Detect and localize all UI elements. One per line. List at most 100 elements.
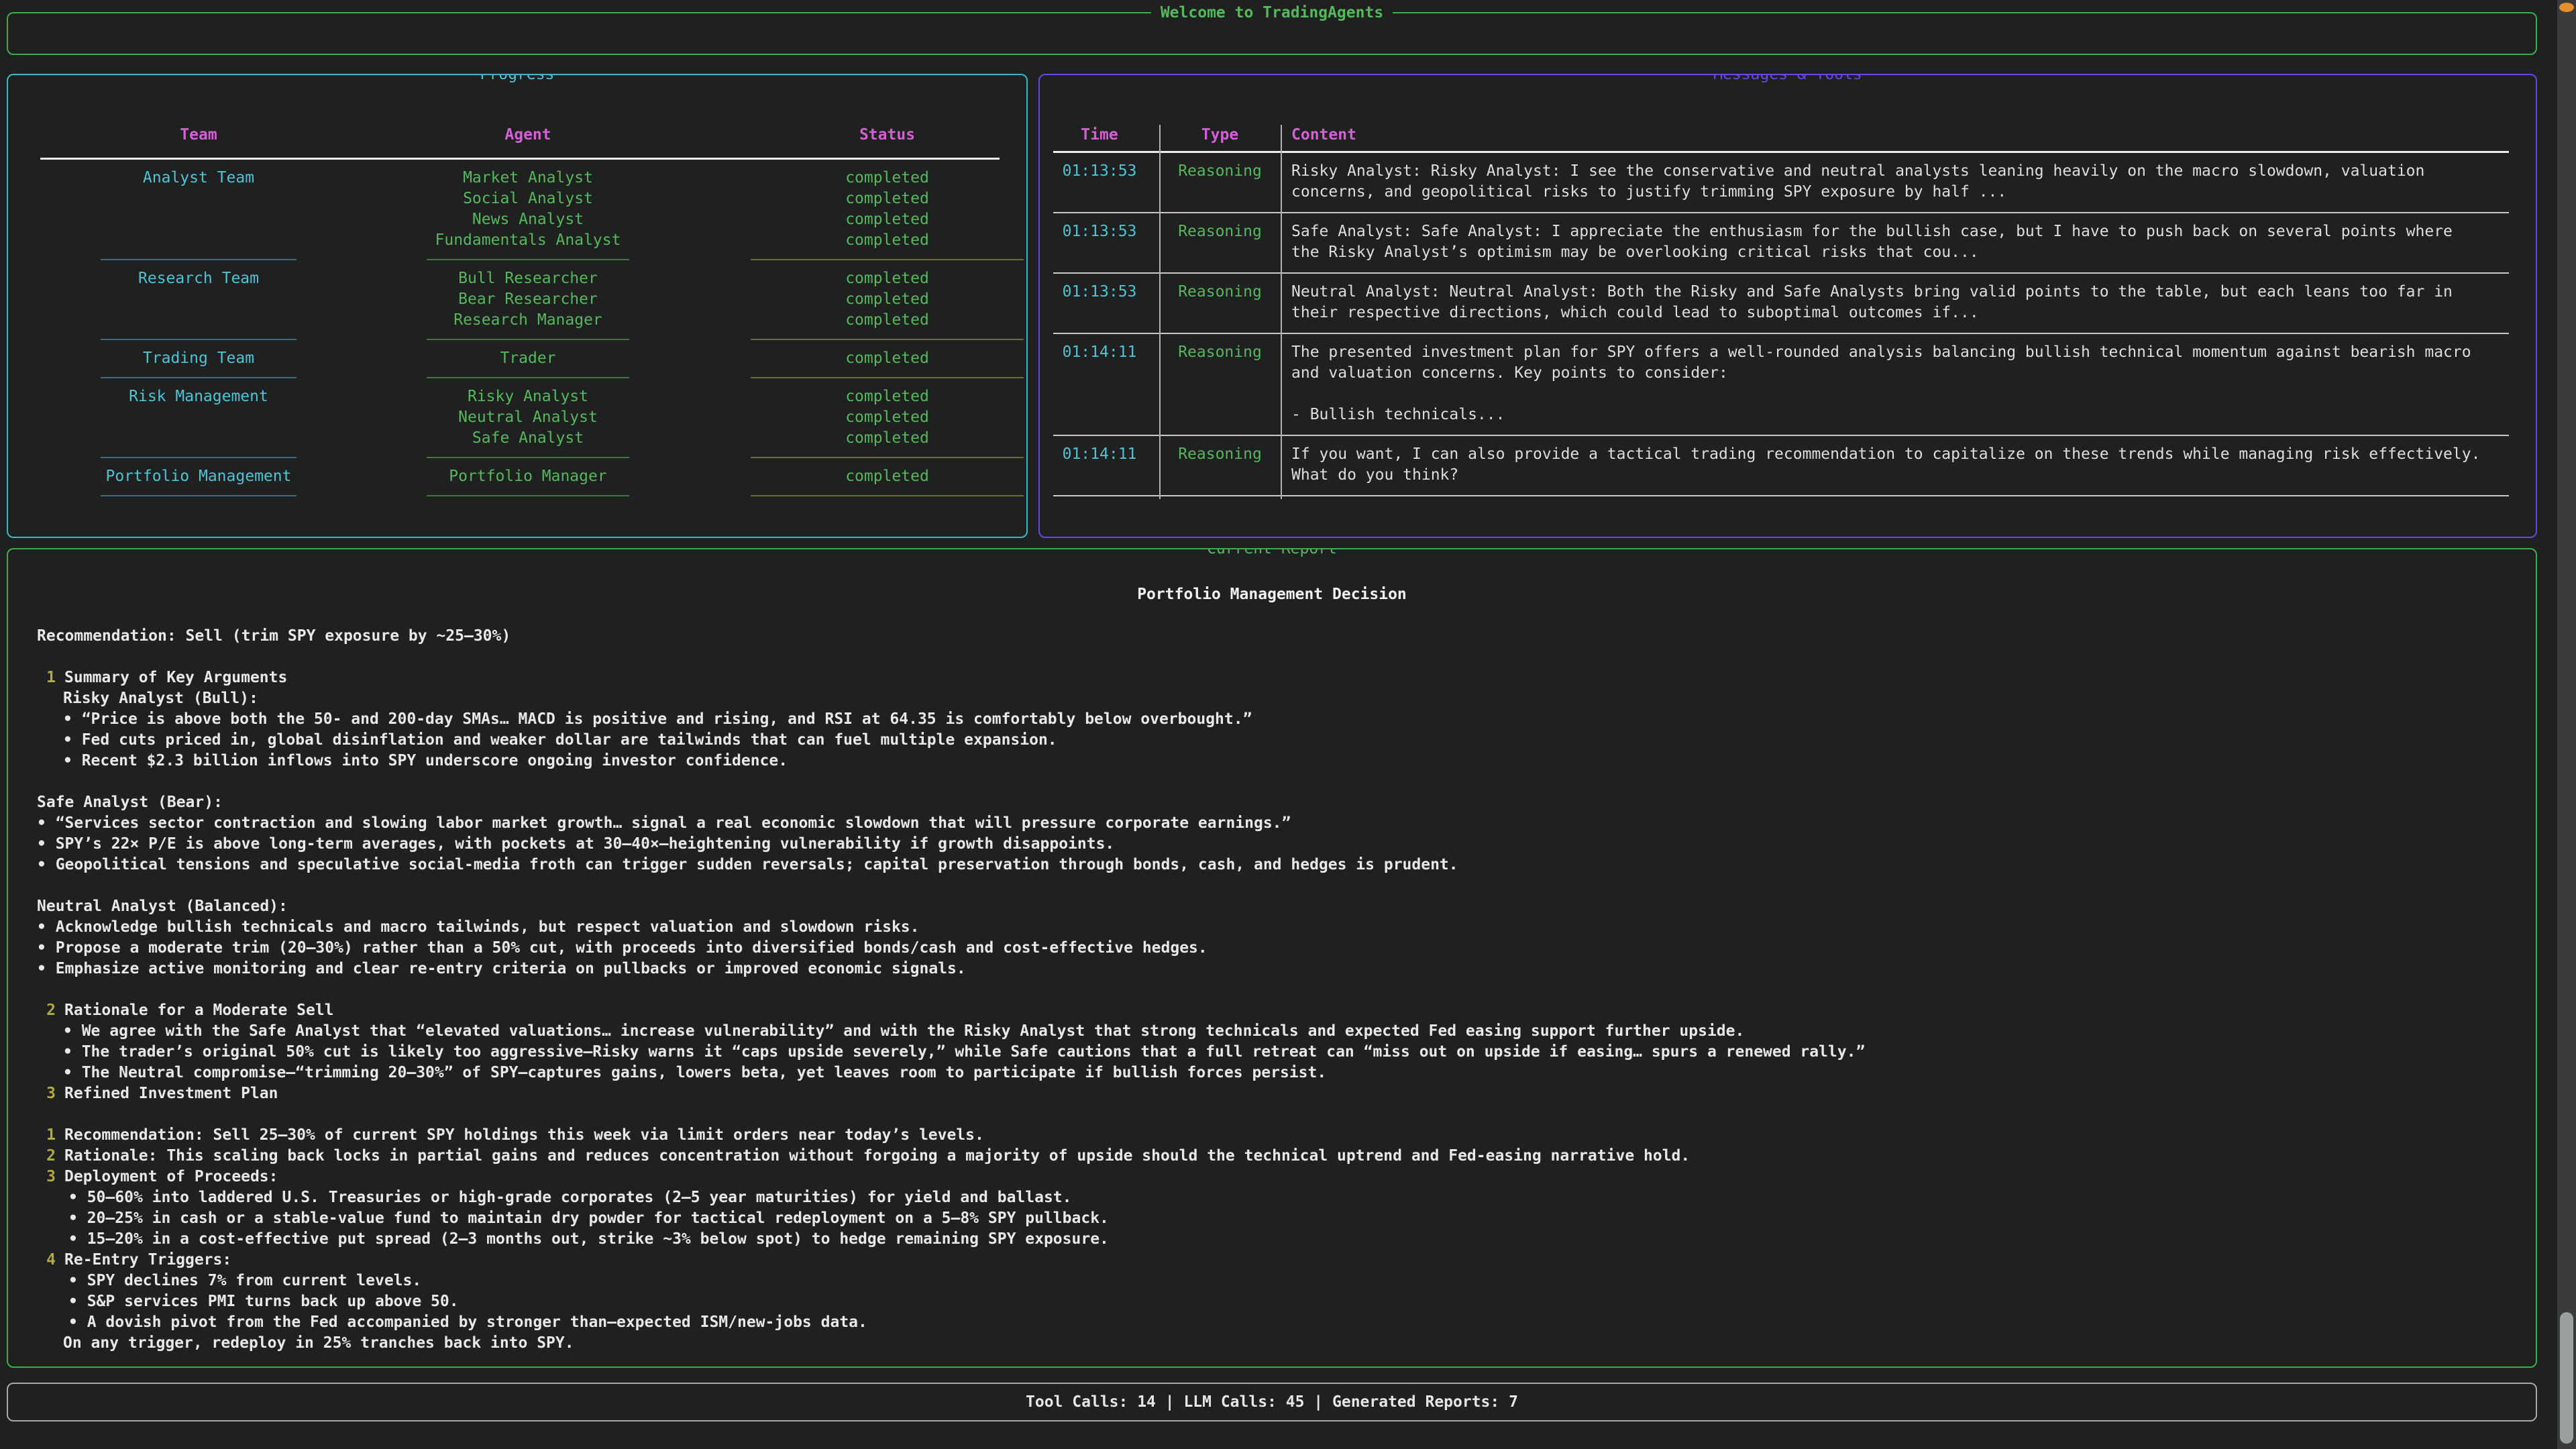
report-line: On any trigger, redeploy in 25% tranches… — [8, 1333, 2536, 1354]
team-name: Trading Team — [98, 348, 299, 369]
report-line — [8, 979, 2536, 1000]
scrollbar-thumb[interactable] — [2560, 1312, 2573, 1444]
report-line-text: Propose a moderate trim (20–30%) rather … — [37, 939, 1208, 957]
agent-name: News Analyst — [424, 209, 632, 230]
message-content: If you want, I can also provide a tactic… — [1281, 444, 2536, 486]
agent-name: Research Manager — [424, 310, 632, 331]
message-type: Reasoning — [1159, 161, 1281, 203]
message-time: 01:13:53 — [1040, 161, 1159, 203]
report-line: Propose a moderate trim (20–30%) rather … — [8, 938, 2536, 959]
message-type: Reasoning — [1159, 282, 1281, 323]
agent-name: Market Analyst — [424, 168, 632, 189]
message-content-lines: The presented investment plan for SPY of… — [1291, 342, 2536, 425]
message-row: 01:13:53 Reasoning Safe Analyst: Safe An… — [1040, 213, 2536, 274]
report-line-text: The trader’s original 50% cut is likely … — [63, 1043, 1865, 1061]
agent-name: Trader — [424, 348, 632, 369]
status-list: completedcompletedcompleted — [748, 386, 1026, 449]
agent-name: Safe Analyst — [424, 428, 632, 449]
report-line-text: SPY’s 22× P/E is above long-term average… — [37, 835, 1114, 853]
list-number: 1 — [37, 667, 56, 688]
message-content: The presented investment plan for SPY of… — [1281, 342, 2536, 425]
report-line: We agree with the Safe Analyst that “ele… — [8, 1021, 2536, 1042]
agent-name: Neutral Analyst — [424, 407, 632, 428]
status-value: completed — [748, 189, 1026, 209]
column-header-type: Type — [1159, 125, 1281, 146]
report-body: Portfolio Management Decision Recommenda… — [8, 549, 2536, 1354]
report-line-text: On any trigger, redeploy in 25% tranches… — [63, 1334, 574, 1352]
report-line: 20–25% in cash or a stable-value fund to… — [8, 1208, 2536, 1229]
report-line-text: We agree with the Safe Analyst that “ele… — [63, 1022, 1744, 1040]
report-line-text: Neutral Analyst (Balanced): — [37, 898, 288, 915]
status-value: completed — [748, 209, 1026, 230]
report-recommendation: Recommendation: Sell (trim SPY exposure … — [8, 626, 2536, 647]
status-list: completed — [748, 348, 1026, 369]
report-line-text: Geopolitical tensions and speculative so… — [37, 856, 1458, 873]
message-content-line: The presented investment plan for SPY of… — [1291, 342, 2480, 384]
report-line-text: “Price is above both the 50- and 200-day… — [63, 710, 1252, 728]
progress-group: Research Team Bull ResearcherBear Resear… — [8, 268, 1026, 340]
group-separator — [8, 495, 1026, 496]
team-name: Portfolio Management — [98, 466, 299, 487]
message-time: 01:13:53 — [1040, 282, 1159, 323]
message-content: Neutral Analyst: Neutral Analyst: Both t… — [1281, 282, 2536, 323]
status-list: completed — [748, 466, 1026, 487]
report-line-text: Risky Analyst (Bull): — [63, 690, 258, 707]
report-line-text: 50–60% into laddered U.S. Treasuries or … — [68, 1189, 1072, 1206]
message-rows: 01:13:53 Reasoning Risky Analyst: Risky … — [1040, 153, 2536, 496]
message-content-lines: If you want, I can also provide a tactic… — [1291, 444, 2536, 486]
column-header-agent: Agent — [424, 125, 632, 146]
message-content-lines: Neutral Analyst: Neutral Analyst: Both t… — [1291, 282, 2536, 323]
footer-stats: Tool Calls: 14 | LLM Calls: 45 | Generat… — [8, 1384, 2536, 1420]
team-name: Research Team — [98, 268, 299, 331]
status-value: completed — [748, 428, 1026, 449]
list-number: 3 — [37, 1083, 56, 1104]
progress-group: Portfolio Management Portfolio Manager c… — [8, 466, 1026, 496]
report-line: Emphasize active monitoring and clear re… — [8, 959, 2536, 979]
status-value: completed — [748, 407, 1026, 428]
status-list: completedcompletedcompletedcompleted — [748, 168, 1026, 251]
group-separator — [8, 339, 1026, 340]
report-line-text: S&P services PMI turns back up above 50. — [68, 1293, 459, 1310]
report-line: 3Deployment of Proceeds: — [8, 1167, 2536, 1187]
agent-list: Portfolio Manager — [424, 466, 632, 487]
message-content-line: Neutral Analyst: Neutral Analyst: Both t… — [1291, 282, 2480, 323]
message-content-line — [1291, 384, 2480, 405]
report-line: S&P services PMI turns back up above 50. — [8, 1291, 2536, 1312]
column-header-team: Team — [98, 125, 299, 146]
status-value: completed — [748, 348, 1026, 369]
progress-group: Analyst Team Market AnalystSocial Analys… — [8, 168, 1026, 260]
agent-list: Trader — [424, 348, 632, 369]
status-value: completed — [748, 289, 1026, 310]
report-line: Acknowledge bullish technicals and macro… — [8, 917, 2536, 938]
welcome-title: Welcome to TradingAgents — [1151, 3, 1393, 23]
report-line: 2Rationale for a Moderate Sell — [8, 1000, 2536, 1021]
report-line: SPY’s 22× P/E is above long-term average… — [8, 834, 2536, 855]
report-line-text: Fed cuts priced in, global disinflation … — [63, 731, 1057, 749]
report-line-text: The Neutral compromise—“trimming 20–30%”… — [63, 1064, 1326, 1081]
progress-panel-title: Progress — [471, 74, 564, 85]
report-line: 3Refined Investment Plan — [8, 1083, 2536, 1104]
team-name: Analyst Team — [98, 168, 299, 251]
report-line: 15–20% in a cost-effective put spread (2… — [8, 1229, 2536, 1250]
column-header-content: Content — [1281, 125, 2536, 146]
group-separator — [8, 377, 1026, 378]
column-header-time: Time — [1040, 125, 1159, 146]
scrollbar-track[interactable] — [2557, 0, 2576, 1449]
report-heading: Portfolio Management Decision — [8, 584, 2536, 605]
message-type: Reasoning — [1159, 221, 1281, 263]
message-content-line: Risky Analyst: Risky Analyst: I see the … — [1291, 161, 2480, 203]
report-line — [8, 771, 2536, 792]
message-content: Risky Analyst: Risky Analyst: I see the … — [1281, 161, 2536, 203]
report-line: Risky Analyst (Bull): — [8, 688, 2536, 709]
message-time: 01:14:11 — [1040, 444, 1159, 486]
report-line: The Neutral compromise—“trimming 20–30%”… — [8, 1063, 2536, 1083]
messages-table-header: Time Type Content — [1040, 125, 2536, 146]
footer-stats-panel: Tool Calls: 14 | LLM Calls: 45 | Generat… — [7, 1383, 2537, 1421]
report-line: 50–60% into laddered U.S. Treasuries or … — [8, 1187, 2536, 1208]
report-line — [8, 1104, 2536, 1125]
list-number: 2 — [37, 1146, 56, 1167]
terminal-screen: Welcome to TradingAgents Progress Team A… — [0, 0, 2576, 1449]
list-number: 1 — [37, 1125, 56, 1146]
message-row: 01:13:53 Reasoning Neutral Analyst: Neut… — [1040, 274, 2536, 334]
report-line: 1Recommendation: Sell 25–30% of current … — [8, 1125, 2536, 1146]
